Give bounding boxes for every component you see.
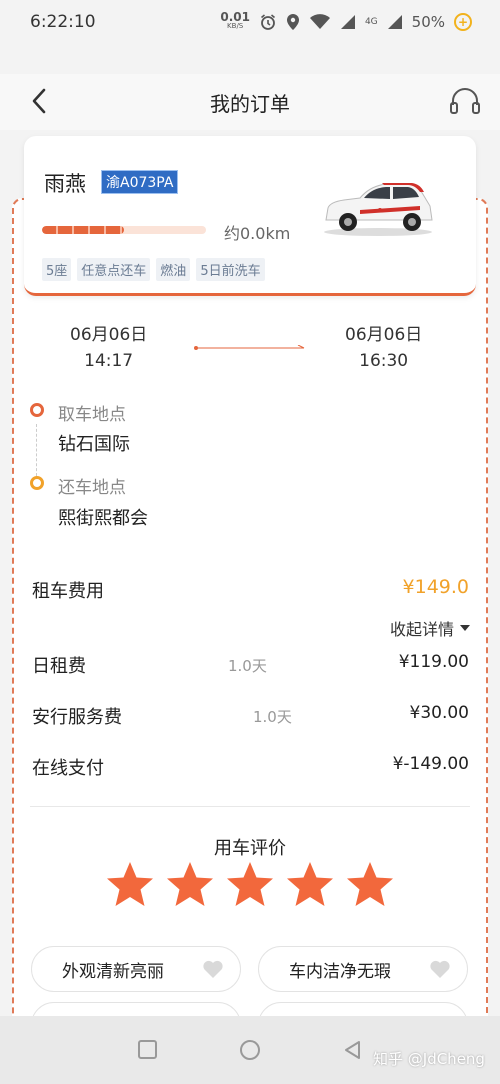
pickup-dot-icon bbox=[30, 403, 44, 417]
range-bar bbox=[42, 226, 206, 234]
network-speed: 0.01 KB/S bbox=[220, 10, 250, 31]
rating-tag-interior[interactable]: 车内洁净无瑕 bbox=[258, 946, 468, 992]
fee-item-amount: ¥119.00 bbox=[398, 652, 469, 672]
star-icon[interactable] bbox=[226, 860, 274, 908]
pickup-date: 06月06日 bbox=[70, 325, 148, 345]
license-plate: 渝A073PA bbox=[100, 170, 179, 194]
fee-item-amount: ¥-149.00 bbox=[392, 754, 469, 774]
car-tag: 燃油 bbox=[156, 258, 191, 281]
return-location-value: 熙街熙都会 bbox=[58, 508, 148, 529]
car-tag: 5座 bbox=[42, 258, 72, 281]
home-button[interactable] bbox=[240, 1040, 260, 1060]
car-image bbox=[324, 183, 433, 236]
return-time: 16:30 bbox=[359, 351, 409, 371]
car-tag: 5日前洗车 bbox=[196, 258, 265, 281]
back-button[interactable] bbox=[24, 86, 54, 116]
chevron-left-icon bbox=[32, 88, 46, 114]
star-icon[interactable] bbox=[106, 860, 154, 908]
battery-charging-icon: + bbox=[454, 13, 472, 31]
status-time: 6:22:10 bbox=[30, 12, 96, 32]
arrow-right-icon bbox=[194, 345, 305, 350]
pickup-datetime: 06月06日 14:17 bbox=[70, 322, 147, 374]
speed-unit: KB/S bbox=[227, 22, 244, 30]
headset-icon bbox=[450, 88, 480, 114]
heart-icon bbox=[430, 960, 450, 978]
fee-item-label: 安行服务费 bbox=[32, 707, 122, 728]
car-tags: 5座 任意点还车 燃油 5日前洗车 bbox=[42, 258, 265, 281]
rating-title: 用车评价 bbox=[214, 838, 286, 859]
return-location-label: 还车地点 bbox=[58, 478, 126, 498]
wifi-icon bbox=[309, 14, 330, 29]
status-bar: 6:22:10 0.01 KB/S 4G 50% + bbox=[0, 0, 500, 44]
rental-fee-label: 租车费用 bbox=[32, 581, 104, 602]
car-model-name: 雨燕 bbox=[44, 172, 86, 196]
return-date: 06月06日 bbox=[345, 325, 423, 345]
rental-fee-total: ¥149.0 bbox=[402, 576, 469, 598]
rating-tag-label: 车内洁净无瑕 bbox=[289, 961, 391, 982]
star-icon[interactable] bbox=[286, 860, 334, 908]
star-icon[interactable] bbox=[346, 860, 394, 908]
fee-item-amount: ¥30.00 bbox=[409, 703, 469, 723]
car-tag: 任意点还车 bbox=[77, 258, 151, 281]
status-icons: 0.01 KB/S 4G 50% + bbox=[220, 10, 472, 31]
rating-tag-appearance[interactable]: 外观清新亮丽 bbox=[31, 946, 241, 992]
watermark: 知乎 @JdCheng bbox=[373, 1050, 485, 1068]
recent-apps-button[interactable] bbox=[138, 1040, 157, 1059]
fee-item-qty: 1.0天 bbox=[253, 708, 292, 726]
divider bbox=[30, 806, 470, 807]
caret-down-icon bbox=[460, 625, 470, 631]
fee-item-label: 在线支付 bbox=[32, 758, 104, 779]
system-back-button[interactable] bbox=[343, 1040, 363, 1060]
page-title: 我的订单 bbox=[210, 91, 290, 116]
location-icon bbox=[286, 14, 299, 30]
speed-value: 0.01 bbox=[220, 10, 250, 24]
pickup-location-value: 钻石国际 bbox=[58, 434, 130, 455]
nav-bar: 我的订单 bbox=[0, 74, 500, 130]
fee-item-label: 日租费 bbox=[32, 656, 86, 677]
battery-level: 50% bbox=[411, 13, 445, 31]
customer-service-button[interactable] bbox=[448, 86, 482, 118]
alarm-icon bbox=[260, 14, 275, 30]
return-datetime: 06月06日 16:30 bbox=[345, 322, 422, 374]
star-rating[interactable] bbox=[106, 860, 394, 908]
network-type: 4G bbox=[364, 17, 378, 27]
pickup-location-label: 取车地点 bbox=[58, 405, 126, 425]
location-connector bbox=[36, 424, 37, 476]
fee-item-qty: 1.0天 bbox=[228, 657, 267, 675]
star-icon[interactable] bbox=[166, 860, 214, 908]
collapse-details-label: 收起详情 bbox=[389, 620, 454, 639]
rating-tag-label: 外观清新亮丽 bbox=[62, 961, 164, 982]
heart-icon bbox=[203, 960, 223, 978]
signal-icon bbox=[340, 15, 355, 29]
signal-icon-2 bbox=[387, 15, 402, 29]
range-bar-fill bbox=[42, 226, 124, 234]
range-text: 约0.0km bbox=[224, 224, 291, 243]
pickup-time: 14:17 bbox=[84, 351, 134, 371]
return-dot-icon bbox=[30, 476, 44, 490]
collapse-details-button[interactable]: 收起详情 bbox=[390, 616, 470, 640]
car-info-card[interactable]: 雨燕 渝A073PA 约0.0km 5座 任意点还车 燃油 5日前洗车 bbox=[24, 136, 476, 296]
